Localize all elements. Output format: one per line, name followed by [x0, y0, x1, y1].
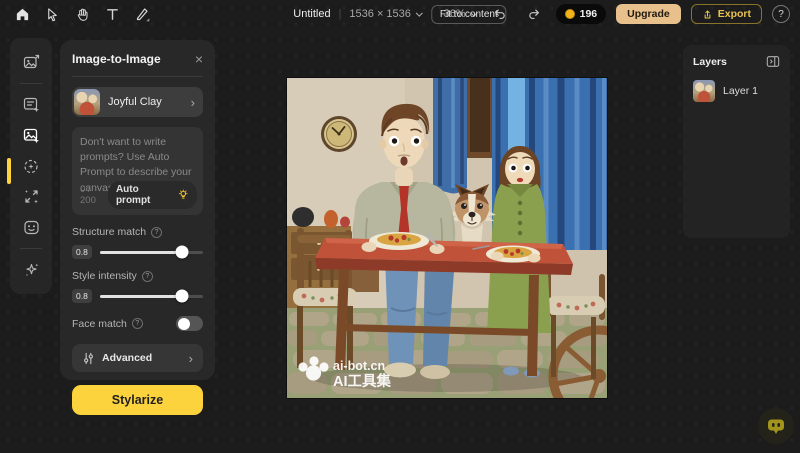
collapse-panel-icon[interactable]: [766, 55, 780, 68]
advanced-section[interactable]: Advanced ›: [72, 344, 203, 372]
style-intensity-value: 0.8: [72, 289, 92, 303]
canvas-size-dropdown[interactable]: 1536 × 1536: [349, 8, 422, 20]
active-tool-indicator: [7, 158, 11, 184]
watermark-brand: AI工具集: [333, 372, 391, 390]
stylarize-button[interactable]: Stylarize: [72, 385, 203, 415]
image-to-image-panel: Image-to-Image × Joyful Clay › Don't wan…: [60, 40, 215, 380]
style-intensity-label: Style intensity: [72, 270, 137, 282]
structure-match-label: Structure match: [72, 226, 146, 238]
auto-prompt-label: Auto prompt: [116, 184, 174, 206]
question-icon[interactable]: ?: [132, 318, 143, 329]
credits-counter[interactable]: 196: [556, 4, 607, 24]
support-chat-button[interactable]: [758, 408, 794, 444]
text-tool-icon: [105, 7, 120, 22]
close-icon[interactable]: ×: [195, 52, 203, 66]
sidebar-item-face-tools[interactable]: [16, 213, 46, 242]
sidebar-item-image-upload[interactable]: [16, 48, 46, 77]
chat-bot-icon: [766, 417, 786, 436]
style-transfer-icon: [22, 157, 41, 176]
sidebar-item-style-transfer[interactable]: [16, 152, 46, 181]
adjustments-icon: [82, 352, 95, 365]
text-to-image-icon: [22, 95, 41, 114]
sidebar-divider: [20, 83, 42, 84]
document-title[interactable]: Untitled: [293, 8, 330, 20]
layers-title: Layers: [693, 56, 727, 68]
export-button[interactable]: Export: [691, 4, 762, 24]
export-icon: [702, 9, 713, 20]
hand-icon: [75, 7, 90, 22]
char-counter: 0 / 200: [80, 184, 108, 206]
sidebar-item-effects[interactable]: [16, 255, 46, 284]
canvas-image[interactable]: ai-bot.cn AI工具集: [287, 78, 607, 398]
question-icon[interactable]: ?: [151, 227, 162, 238]
document-header: Untitled | 1536 × 1536 Fit to content: [293, 0, 506, 28]
canvas-size-value: 1536 × 1536: [349, 8, 410, 20]
pen-icon: [134, 6, 150, 22]
upgrade-button[interactable]: Upgrade: [616, 4, 681, 24]
home-button[interactable]: [10, 3, 34, 25]
upscale-icon: [22, 187, 41, 206]
face-match-toggle[interactable]: [176, 316, 203, 331]
style-intensity-slider[interactable]: [100, 295, 203, 298]
auto-prompt-button[interactable]: Auto prompt: [108, 181, 197, 209]
layer-thumbnail: [693, 80, 715, 102]
advanced-label: Advanced: [102, 352, 152, 364]
sparkles-icon: [22, 260, 41, 279]
redo-icon: [527, 7, 541, 21]
style-selector[interactable]: Joyful Clay ›: [72, 87, 203, 117]
style-thumbnail: [74, 89, 100, 115]
chevron-right-icon: ›: [189, 351, 193, 366]
sidebar-item-image-to-image[interactable]: [16, 121, 46, 150]
slider-thumb[interactable]: [176, 290, 189, 303]
style-name: Joyful Clay: [108, 96, 162, 108]
layers-panel: Layers Layer 1: [683, 45, 790, 238]
layer-row[interactable]: Layer 1: [693, 80, 780, 102]
sidebar-item-text-to-image[interactable]: [16, 90, 46, 119]
question-icon[interactable]: ?: [142, 271, 153, 282]
face-match-label: Face match: [72, 318, 127, 330]
hand-tool-button[interactable]: [70, 3, 94, 25]
home-icon: [15, 7, 30, 22]
slider-thumb[interactable]: [176, 246, 189, 259]
help-button[interactable]: ?: [772, 5, 790, 23]
undo-button[interactable]: [488, 3, 512, 25]
credits-value: 196: [580, 8, 598, 20]
cursor-icon: [45, 7, 60, 22]
chevron-down-icon: [415, 12, 423, 17]
divider: [72, 76, 203, 77]
claymation-scene: ai-bot.cn AI工具集: [287, 78, 607, 398]
lightbulb-icon: [178, 189, 189, 201]
chevron-right-icon: ›: [191, 95, 195, 110]
image-to-image-icon: [22, 126, 41, 145]
coin-icon: [565, 9, 575, 19]
image-upload-icon: [22, 53, 41, 72]
face-icon: [22, 218, 41, 237]
top-toolbar: Untitled | 1536 × 1536 Fit to content 36…: [0, 0, 800, 28]
structure-match-slider[interactable]: [100, 251, 203, 254]
panel-title: Image-to-Image: [72, 52, 161, 66]
undo-icon: [493, 7, 507, 21]
select-tool-button[interactable]: [40, 3, 64, 25]
separator: |: [339, 8, 342, 20]
topbar-actions: 36% 196 Upgrade Export ?: [444, 3, 790, 25]
pen-tool-button[interactable]: [130, 3, 154, 25]
layer-name: Layer 1: [723, 85, 758, 97]
toggle-knob: [178, 318, 190, 330]
export-label: Export: [718, 8, 751, 20]
text-tool-button[interactable]: [100, 3, 124, 25]
prompt-input[interactable]: Don't want to write prompts? Use Auto Pr…: [72, 127, 203, 215]
sidebar-divider: [20, 248, 42, 249]
redo-button[interactable]: [522, 3, 546, 25]
structure-match-value: 0.8: [72, 245, 92, 259]
watermark-domain: ai-bot.cn: [333, 359, 385, 373]
tool-group: [10, 3, 154, 25]
left-sidebar: [10, 38, 52, 294]
sidebar-item-upscale[interactable]: [16, 182, 46, 211]
